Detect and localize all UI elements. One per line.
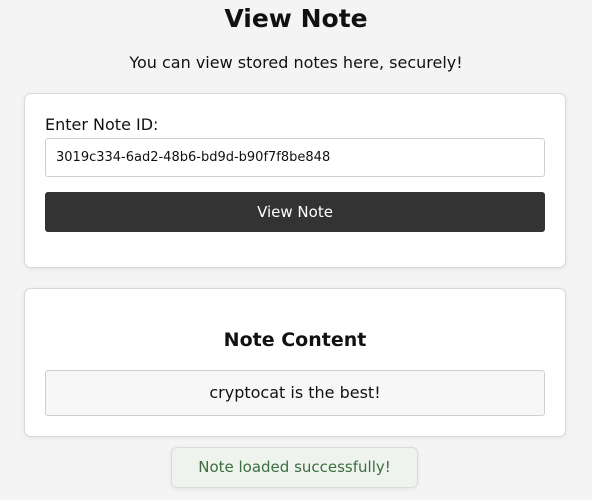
view-note-button[interactable]: View Note	[45, 192, 545, 232]
success-toast: Note loaded successfully!	[171, 447, 418, 488]
note-id-label: Enter Note ID:	[45, 115, 159, 134]
note-content-card: Note Content cryptocat is the best!	[24, 288, 566, 437]
note-content-heading: Note Content	[223, 329, 367, 351]
page-subtitle: You can view stored notes here, securely…	[129, 53, 463, 72]
note-content-box: cryptocat is the best!	[45, 370, 545, 416]
note-id-input[interactable]	[45, 138, 545, 177]
page-title: View Note	[224, 4, 368, 33]
note-id-form-card: Enter Note ID: View Note	[24, 93, 566, 268]
